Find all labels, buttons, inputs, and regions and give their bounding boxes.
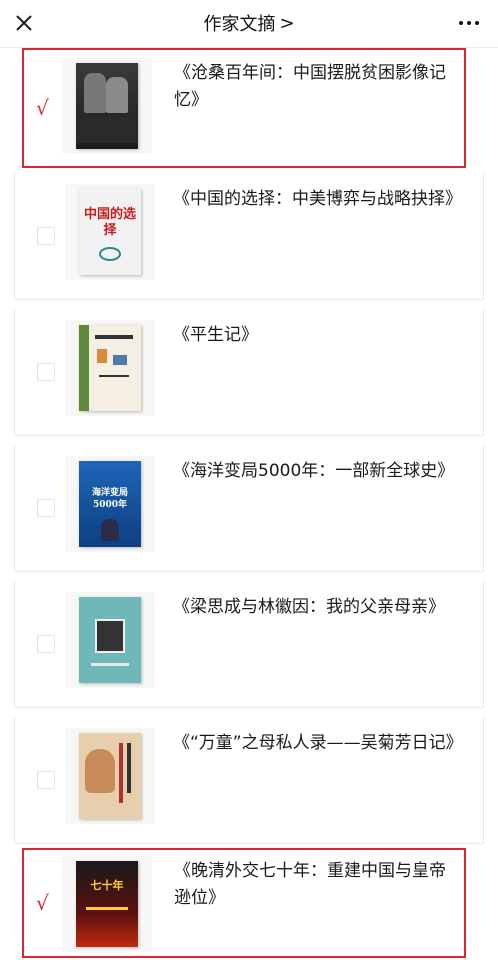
list-item[interactable]: 海洋变局5000年 《海洋变局5000年：一部新全球史》 xyxy=(14,444,484,572)
book-cover: 海洋变局5000年 xyxy=(65,456,155,552)
book-cover xyxy=(65,592,155,688)
book-cover: 中国的选择 xyxy=(65,184,155,280)
book-title: 《沧桑百年间：中国摆脱贫困影像记忆》 xyxy=(174,63,446,110)
book-cover xyxy=(62,58,152,154)
cover-title: 海洋变局5000年 xyxy=(91,488,128,510)
book-title: 《中国的选择：中美博弈与战略抉择》 xyxy=(173,189,462,209)
checkbox[interactable] xyxy=(37,226,55,245)
page-title-text: 作家文摘 xyxy=(203,14,276,35)
book-cover xyxy=(65,320,155,416)
list-item[interactable]: 《平生记》 xyxy=(14,308,484,436)
chevron-right-icon: > xyxy=(279,12,295,34)
checkbox[interactable] xyxy=(37,498,55,517)
checkbox[interactable] xyxy=(37,634,55,653)
cover-title: 七十年 xyxy=(90,879,124,892)
list-item[interactable]: 《“万童”之母私人录——吴菊芳日记》 xyxy=(14,716,484,844)
cover-title: 中国的选择 xyxy=(83,207,136,238)
book-title: 《梁思成与林徽因：我的父亲母亲》 xyxy=(173,597,445,617)
checkbox[interactable] xyxy=(37,770,55,789)
more-dots-icon[interactable] xyxy=(454,10,484,36)
book-cover: 七十年 xyxy=(62,856,152,952)
book-title: 《“万童”之母私人录——吴菊芳日记》 xyxy=(173,733,463,753)
top-bar: 作家文摘 > xyxy=(0,0,498,48)
list-item[interactable]: √ 《沧桑百年间：中国摆脱贫困影像记忆》 xyxy=(22,48,466,168)
book-cover xyxy=(65,728,155,824)
check-mark-icon[interactable]: √ xyxy=(36,96,49,120)
checkbox[interactable] xyxy=(37,362,55,381)
page-title[interactable]: 作家文摘 > xyxy=(0,0,498,46)
book-title: 《平生记》 xyxy=(173,325,258,345)
list-item[interactable]: 中国的选择 《中国的选择：中美博弈与战略抉择》 xyxy=(14,172,484,300)
list-item[interactable]: 《梁思成与林徽因：我的父亲母亲》 xyxy=(14,580,484,708)
list-item[interactable]: √ 七十年 《晚清外交七十年：重建中国与皇帝逊位》 xyxy=(22,848,466,958)
book-title: 《海洋变局5000年：一部新全球史》 xyxy=(173,461,455,481)
check-mark-icon[interactable]: √ xyxy=(36,891,49,915)
book-title: 《晚清外交七十年：重建中国与皇帝逊位》 xyxy=(174,861,446,908)
